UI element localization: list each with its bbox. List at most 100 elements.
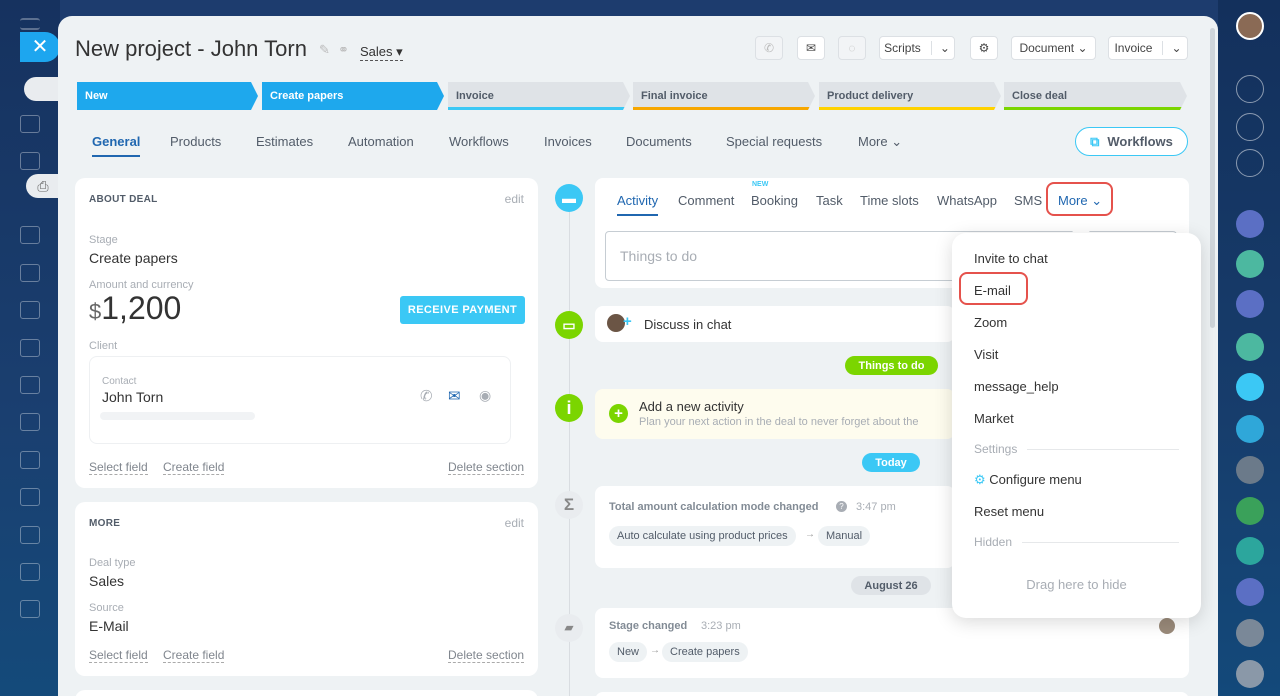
delete-section-link[interactable]: Delete section [448,648,525,663]
pipeline-selector[interactable]: Sales ▾ [360,44,403,61]
store-icon[interactable] [20,563,40,581]
menu-item-invite-to-chat[interactable]: Invite to chat [974,251,1048,266]
tab-general[interactable]: General [92,134,141,157]
tasks-icon[interactable] [20,451,40,469]
create-field-link[interactable]: Create field [163,460,225,475]
phone-icon[interactable]: ✆ [420,387,433,405]
chat-avatar-6[interactable] [1236,415,1264,443]
mail-icon[interactable]: ✉ [448,387,461,405]
receive-payment-button[interactable]: RECEIVE PAYMENT [400,296,525,324]
tab-invoices[interactable]: Invoices [544,134,592,149]
settings-icon[interactable] [20,600,40,618]
create-field-link[interactable]: Create field [163,648,225,663]
stage-product-delivery[interactable]: Product delivery [819,82,1001,110]
tab-task[interactable]: Task [816,193,843,208]
tab-activity[interactable]: Activity [617,193,659,216]
stage-value[interactable]: Create papers [89,250,178,266]
scrollbar[interactable] [1210,28,1215,328]
stage-new[interactable]: New [77,82,258,110]
tab-time-slots[interactable]: Time slots [860,193,919,208]
tab-products[interactable]: Products [170,134,221,149]
tab-more[interactable]: More ⌄ [858,134,902,150]
menu-item-reset[interactable]: Reset menu [974,504,1044,519]
edit-section-link[interactable]: edit [505,516,524,530]
scripts-button[interactable]: Scripts ⌄ [879,36,955,60]
crm-icon[interactable] [20,488,40,506]
menu-item-visit[interactable]: Visit [974,347,998,362]
chat-avatar-9[interactable] [1236,537,1264,565]
tab-special-requests[interactable]: Special requests [726,134,822,149]
stage-close-deal[interactable]: Close deal [1004,82,1187,110]
chat-icon[interactable] [20,115,40,133]
chat-avatar-2[interactable] [1236,250,1264,278]
search-chat-icon[interactable] [1236,149,1264,177]
sites-icon[interactable] [20,301,40,319]
stage-icon: ▰ [555,614,583,642]
source-value[interactable]: E-Mail [89,618,129,634]
menu-item-configure[interactable]: ⚙ Configure menu [974,472,1082,488]
feed-icon[interactable] [20,152,40,170]
delete-section-link[interactable]: Delete section [448,460,525,475]
edit-section-link[interactable]: edit [505,192,524,206]
select-field-link[interactable]: Select field [89,460,148,475]
invoice-button[interactable]: Invoice ⌄ [1108,36,1188,60]
edit-title-icon[interactable]: ✎ [319,42,330,58]
email-button[interactable]: ✉ [797,36,825,60]
menu-icon[interactable] [20,18,40,30]
close-slider-button[interactable]: ✕ [20,32,60,62]
chat-avatar-8[interactable] [1236,497,1264,525]
chat-bubble-icon: ◌ [848,41,856,55]
minimize-icon[interactable] [24,77,62,101]
message-button[interactable]: ◌ [838,36,866,60]
notifications-icon[interactable] [1236,75,1264,103]
user-avatar[interactable] [1236,12,1264,40]
discuss-in-chat-item[interactable]: + Discuss in chat [595,306,955,342]
chat-avatar-1[interactable] [1236,210,1264,238]
document-button[interactable]: Document ⌄ [1011,36,1096,60]
settings-button[interactable]: ⚙ [970,36,998,60]
tab-sms[interactable]: SMS [1014,193,1042,208]
contact-name[interactable]: John Torn [102,389,163,405]
tab-estimates[interactable]: Estimates [256,134,313,149]
tab-whatsapp[interactable]: WhatsApp [937,193,997,208]
help-icon[interactable]: ? [836,501,847,512]
workflows-button[interactable]: ⧉ Workflows [1075,127,1188,156]
mail-icon[interactable] [20,376,40,394]
call-button[interactable]: ✆ [755,36,783,60]
stage-to-chip: Create papers [662,642,748,662]
tab-documents[interactable]: Documents [626,134,692,149]
deal-type-value[interactable]: Sales [89,573,124,589]
chat-avatar-12[interactable] [1236,660,1264,688]
calendar-icon[interactable] [20,226,40,244]
menu-item-market[interactable]: Market [974,411,1014,426]
select-field-link[interactable]: Select field [89,648,148,663]
link-icon[interactable]: ⚭ [338,42,349,58]
payments-icon[interactable] [20,339,40,357]
menu-item-message-help[interactable]: message_help [974,379,1059,394]
chat-avatar-11[interactable] [1236,619,1264,647]
tab-automation[interactable]: Automation [348,134,414,149]
menu-item-zoom[interactable]: Zoom [974,315,1007,330]
chat-avatar-10[interactable] [1236,578,1264,606]
phone-icon: ✆ [763,41,775,55]
chat-bubble-icon[interactable]: ◉ [479,387,491,404]
tab-workflows[interactable]: Workflows [449,134,509,149]
documents-icon[interactable] [20,264,40,282]
tab-booking[interactable]: Booking [751,193,798,208]
reports-icon[interactable] [20,526,40,544]
chat-avatar-4[interactable] [1236,333,1264,361]
add-activity-card[interactable]: + Add a new activity Plan your next acti… [595,389,955,439]
amount-value[interactable]: $1,200 [89,290,181,327]
contacts-icon[interactable] [20,413,40,431]
about-deal-card: ABOUT DEAL edit Stage Create papers Amou… [75,178,538,488]
stage-final-invoice[interactable]: Final invoice [633,82,815,110]
copilot-icon[interactable] [1236,113,1264,141]
stage-create-papers[interactable]: Create papers [262,82,444,110]
stage-invoice[interactable]: Invoice [448,82,630,110]
chat-avatar-7[interactable] [1236,456,1264,484]
chat-avatar-3[interactable] [1236,290,1264,318]
tab-comment[interactable]: Comment [678,193,734,208]
chat-avatar-5[interactable] [1236,373,1264,401]
more-highlight [1046,182,1113,216]
print-icon[interactable]: ⎙ [26,174,60,198]
